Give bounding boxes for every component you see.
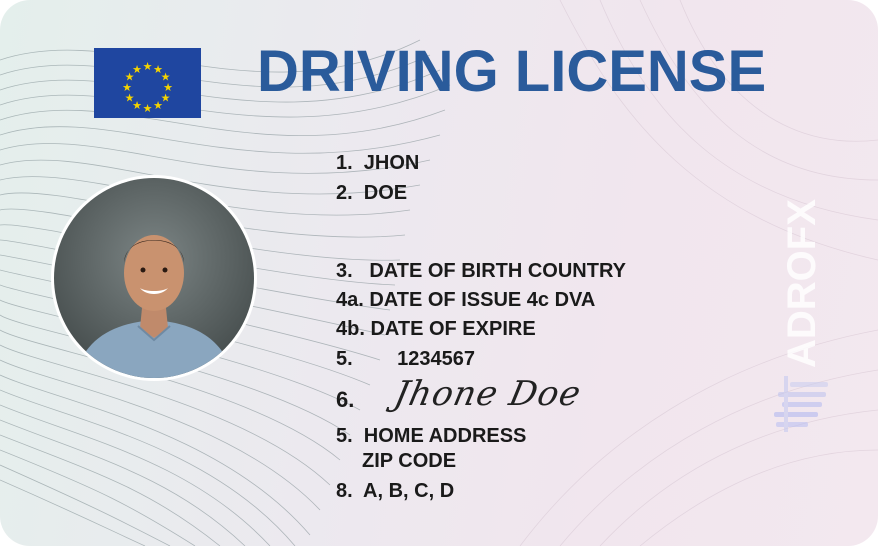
- svg-text:★: ★: [122, 82, 132, 94]
- field-zip-code: ZIP CODE: [362, 450, 457, 472]
- field-last-name: 2. DOE: [336, 182, 408, 204]
- field-license-number: 5. 1234567: [336, 348, 475, 370]
- adrofx-logo-icon: ADROFX: [760, 190, 840, 440]
- watermark-text: ADROFX: [780, 199, 824, 368]
- field-home-address: 5. HOME ADDRESS: [336, 425, 527, 447]
- svg-text:★: ★: [132, 64, 142, 76]
- license-card: ★ ★ ★ ★ ★ ★ ★ ★ ★ ★ ★ ★ DRIVING LICENSE: [0, 0, 878, 546]
- field-expiry-date: 4b. DATE OF EXPIRE: [336, 318, 536, 340]
- svg-text:★: ★: [143, 61, 153, 73]
- portrait-photo-icon: [51, 175, 257, 381]
- field-categories: 8. A, B, C, D: [336, 480, 455, 502]
- eu-flag-icon: ★ ★ ★ ★ ★ ★ ★ ★ ★ ★ ★ ★: [94, 48, 201, 118]
- field-first-name: 1. JHON: [336, 152, 420, 174]
- field-signature-label: 6.: [336, 387, 355, 412]
- field-birth-date: 3. DATE OF BIRTH COUNTRY: [336, 260, 626, 282]
- card-title: DRIVING LICENSE: [257, 39, 767, 104]
- svg-text:★: ★: [125, 93, 135, 105]
- svg-text:★: ★: [143, 103, 153, 115]
- svg-text:★: ★: [153, 100, 163, 112]
- signature: Jhone Doe: [390, 374, 585, 414]
- field-issue-date: 4a. DATE OF ISSUE 4c DVA: [336, 289, 596, 311]
